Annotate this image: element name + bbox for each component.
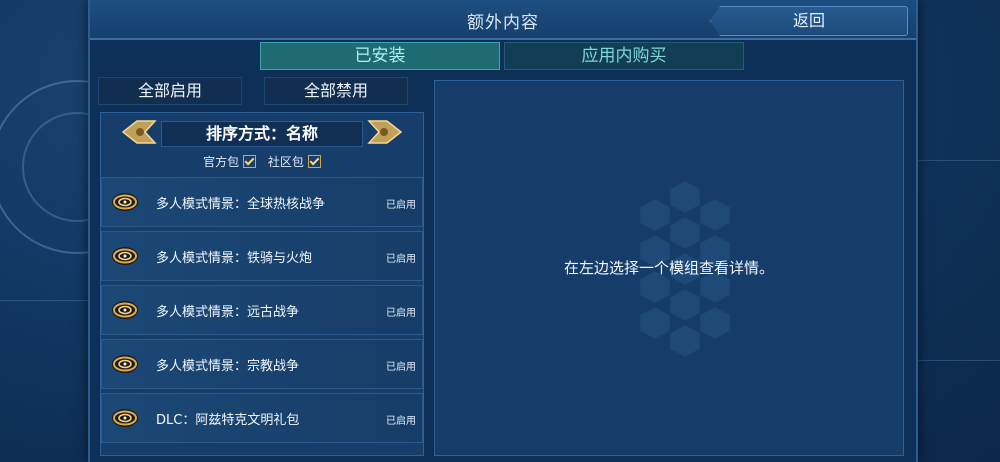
mod-list-panel: 排序方式：名称 官方包 社区包 多人模式情景：全球热核战争 已启用 多人模式情景…: [100, 112, 424, 456]
mod-name: 多人模式情景：宗教战争: [156, 359, 300, 374]
mod-list-item[interactable]: 多人模式情景：全球热核战争 已启用: [101, 177, 423, 227]
mod-list-item[interactable]: 多人模式情景：远古战争 已启用: [101, 285, 423, 335]
swirl-galaxy-icon: [112, 301, 138, 319]
mod-list-item[interactable]: 多人模式情景：铁骑与火炮 已启用: [101, 231, 423, 281]
checkbox-checked-icon[interactable]: [307, 155, 321, 168]
mod-detail-panel: 在左边选择一个模组查看详情。: [434, 80, 904, 456]
mod-list-item[interactable]: DLC：阿兹特克文明礼包 已启用: [101, 393, 423, 443]
detail-placeholder: 在左边选择一个模组查看详情。: [563, 259, 774, 277]
mod-name: 多人模式情景：铁骑与火炮: [156, 251, 313, 266]
mod-status: 已启用: [386, 254, 416, 265]
mod-status: 已启用: [386, 200, 416, 211]
mod-name: DLC：阿兹特克文明礼包: [156, 413, 300, 428]
enable-all-button[interactable]: 全部启用: [98, 77, 242, 105]
mod-list-item[interactable]: 多人模式情景：宗教战争 已启用: [101, 339, 423, 389]
mod-status: 已启用: [386, 416, 416, 427]
disable-all-button[interactable]: 全部禁用: [264, 77, 408, 105]
checkbox-checked-icon[interactable]: [243, 155, 257, 168]
background-line: [914, 360, 1000, 361]
background-line: [0, 300, 90, 301]
mod-name: 多人模式情景：远古战争: [156, 305, 300, 320]
swirl-galaxy-icon: [112, 193, 138, 211]
back-button[interactable]: 返回: [710, 6, 908, 36]
mod-status: 已启用: [386, 362, 416, 373]
title-bar: 额外内容 返回: [90, 0, 916, 40]
tab-installed[interactable]: 已安装: [260, 42, 500, 70]
filter-community[interactable]: 社区包: [268, 153, 321, 170]
mod-name: 多人模式情景：全球热核战争: [156, 197, 326, 212]
arrow-left-icon[interactable]: [121, 119, 157, 145]
swirl-galaxy-icon: [112, 409, 138, 427]
background-line: [914, 160, 1000, 161]
arrow-right-icon[interactable]: [367, 119, 403, 145]
filter-row: 官方包 社区包: [101, 153, 423, 170]
tab-in-app-purchase[interactable]: 应用内购买: [504, 42, 744, 70]
mod-status: 已启用: [386, 308, 416, 319]
extras-window: 额外内容 返回 已安装 应用内购买 全部启用 全部禁用 排序方式：名称 官方包: [88, 0, 918, 462]
sort-label: 排序方式：名称: [161, 121, 363, 147]
swirl-galaxy-icon: [112, 247, 138, 265]
swirl-galaxy-icon: [112, 355, 138, 373]
filter-official[interactable]: 官方包: [203, 153, 257, 170]
filter-label: 官方包: [203, 155, 240, 169]
filter-label: 社区包: [267, 155, 304, 169]
sort-bar: 排序方式：名称: [101, 113, 423, 153]
